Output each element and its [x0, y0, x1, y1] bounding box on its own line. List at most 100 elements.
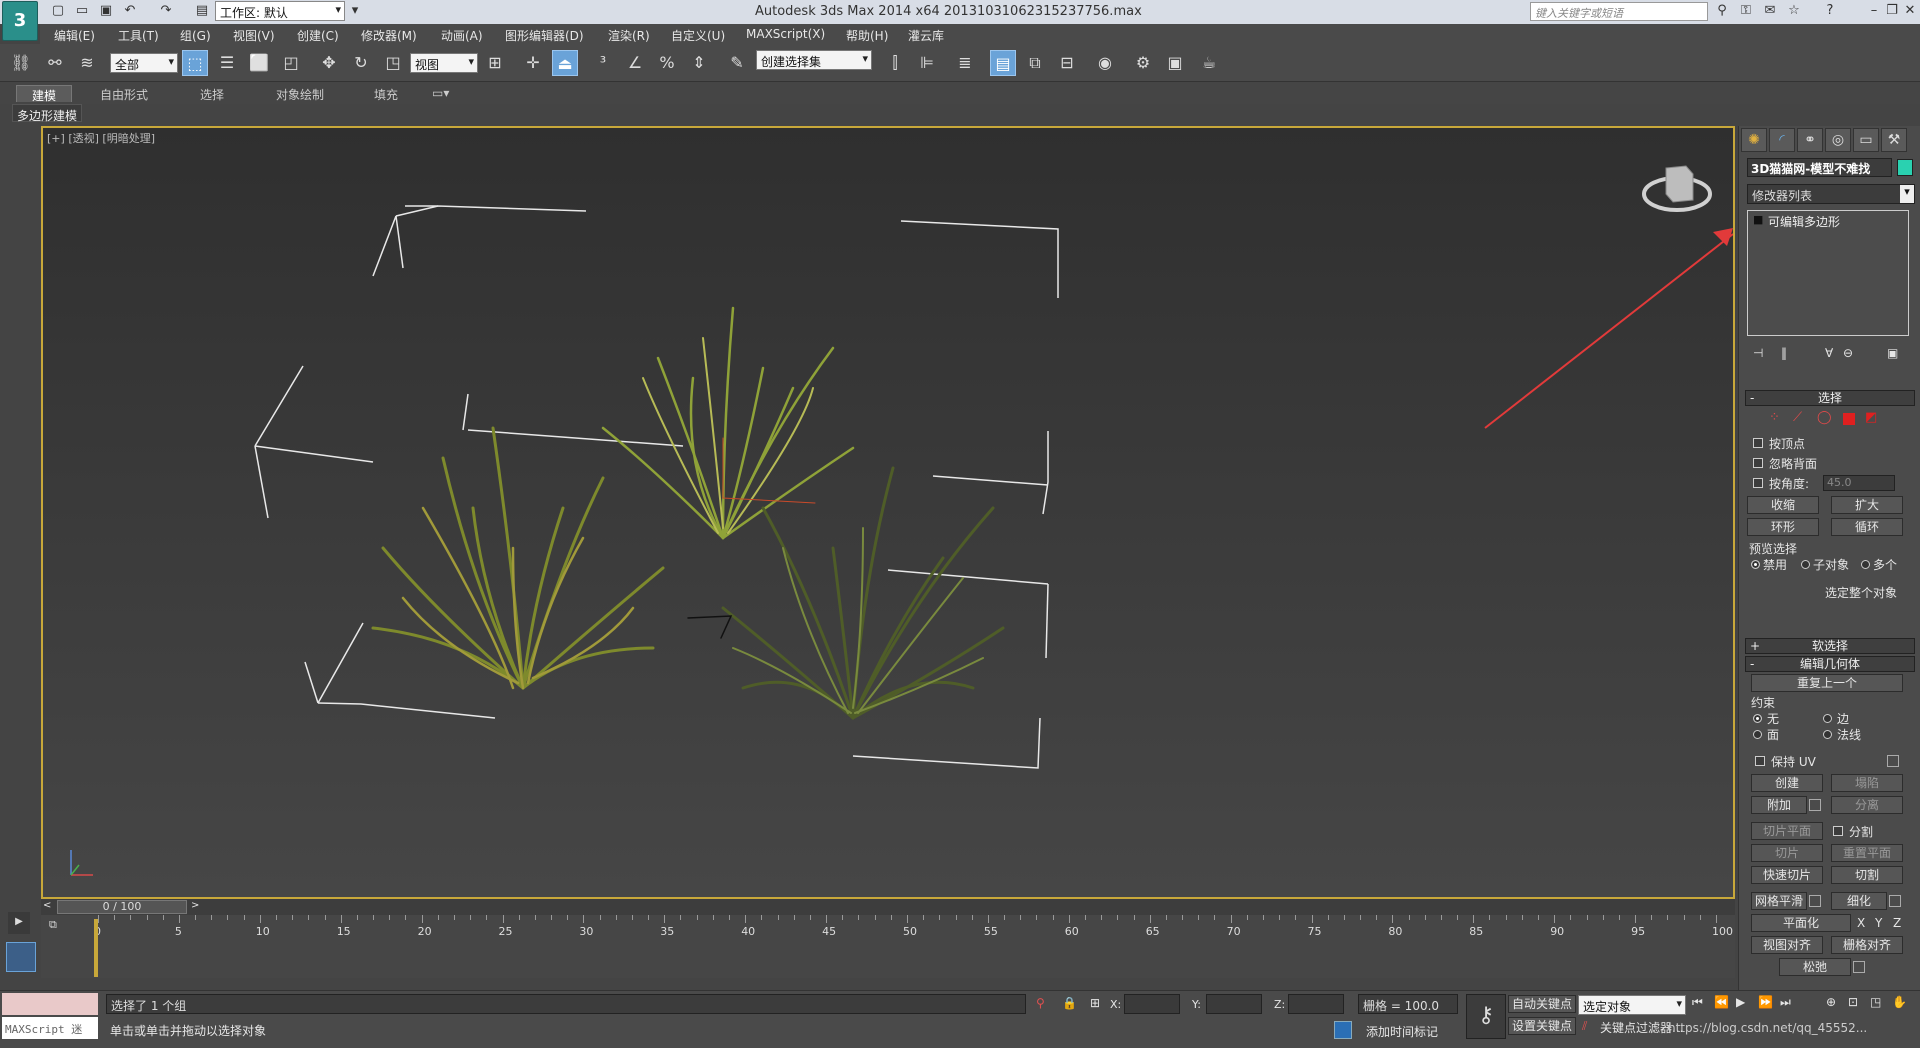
- favorites-star-icon[interactable]: ☆: [1786, 3, 1802, 19]
- snaps-toggle-icon[interactable]: ³: [590, 50, 616, 76]
- add-time-tag-label[interactable]: 添加时间标记: [1366, 1023, 1438, 1040]
- menu-help[interactable]: 帮助(H): [846, 27, 888, 44]
- view-align-button[interactable]: 视图对齐: [1751, 936, 1823, 954]
- object-name-field[interactable]: 3D猫猫网-模型不难找: [1747, 158, 1892, 177]
- collapse-button[interactable]: 塌陷: [1831, 774, 1903, 792]
- menu-maxscript[interactable]: MAXScript(X): [746, 27, 825, 41]
- grid-align-button[interactable]: 栅格对齐: [1831, 936, 1903, 954]
- x-coord-field[interactable]: [1124, 994, 1180, 1014]
- bind-spacewarp-icon[interactable]: ≋: [74, 50, 100, 76]
- tab-freeform[interactable]: 自由形式: [92, 85, 156, 102]
- zoom-icon[interactable]: ⊕: [1826, 995, 1836, 1009]
- y-coord-field[interactable]: [1206, 994, 1262, 1014]
- rotate-icon[interactable]: ↻: [348, 50, 374, 76]
- curve-editor-mini-icon[interactable]: ⧉: [49, 918, 63, 932]
- make-planar-button[interactable]: 平面化: [1751, 914, 1851, 932]
- mirror-icon[interactable]: ⫿: [882, 50, 908, 76]
- attach-list-icon[interactable]: [1809, 799, 1821, 811]
- project-folder-icon[interactable]: ▤: [194, 3, 210, 19]
- vertex-subobject-icon[interactable]: ⁘: [1769, 410, 1780, 425]
- help-icon[interactable]: ?: [1822, 3, 1838, 19]
- field-of-view-icon[interactable]: ◳: [1870, 995, 1881, 1009]
- repeat-last-button[interactable]: 重复上一个: [1751, 674, 1903, 692]
- schematic-view-icon[interactable]: ⊟: [1054, 50, 1080, 76]
- new-file-icon[interactable]: ▢: [50, 3, 66, 19]
- restore-button[interactable]: ❐: [1883, 2, 1901, 20]
- constraint-normal-radio[interactable]: [1823, 730, 1832, 739]
- tab-selection[interactable]: 选择: [192, 85, 232, 102]
- tessellate-settings-icon[interactable]: [1889, 895, 1901, 907]
- unlink-icon[interactable]: ⚯: [42, 50, 68, 76]
- create-panel-icon[interactable]: ✺: [1741, 128, 1767, 152]
- maxscript-listener-input[interactable]: [2, 993, 98, 1015]
- spinner-snap-icon[interactable]: ⇕: [686, 50, 712, 76]
- time-tag-icon[interactable]: [1334, 1021, 1352, 1039]
- relax-button[interactable]: 松弛: [1779, 958, 1851, 976]
- save-icon[interactable]: ▣: [98, 3, 114, 19]
- minimize-button[interactable]: –: [1865, 2, 1883, 20]
- planar-z-button[interactable]: Z: [1893, 916, 1901, 930]
- quickslice-button[interactable]: 快速切片: [1751, 866, 1823, 884]
- close-button[interactable]: ✕: [1901, 2, 1919, 20]
- animation-mode-icon[interactable]: [6, 942, 36, 972]
- auto-key-button[interactable]: 自动关键点: [1508, 995, 1576, 1013]
- motion-panel-icon[interactable]: ◎: [1825, 128, 1851, 152]
- maxscript-listener-output[interactable]: MAXScript 迷: [2, 1017, 98, 1039]
- constraint-none-radio[interactable]: [1753, 714, 1762, 723]
- display-panel-icon[interactable]: ▭: [1853, 128, 1879, 152]
- curve-editor-icon[interactable]: ⧉: [1022, 50, 1048, 76]
- set-key-button[interactable]: 设置关键点: [1508, 1017, 1576, 1035]
- ribbon-options-icon[interactable]: ▭▾: [424, 85, 457, 102]
- angle-snap-icon[interactable]: ∠: [622, 50, 648, 76]
- menu-create[interactable]: 创建(C): [297, 27, 339, 44]
- relax-settings-icon[interactable]: [1853, 961, 1865, 973]
- set-key-icon[interactable]: ⚷: [1466, 994, 1506, 1039]
- undo-icon[interactable]: ↶: [122, 3, 138, 19]
- menu-graph-editors[interactable]: 图形编辑器(D): [505, 27, 584, 44]
- keyboard-shortcut-override-icon[interactable]: ⏏: [552, 50, 578, 76]
- tab-object-paint[interactable]: 对象绘制: [268, 85, 332, 102]
- menu-rendering[interactable]: 渲染(R): [608, 27, 650, 44]
- named-selection-dropdown[interactable]: 创建选择集: [756, 50, 872, 70]
- menu-views[interactable]: 视图(V): [233, 27, 275, 44]
- link-icon[interactable]: ⛓: [8, 50, 34, 76]
- key-filter-selection-dropdown[interactable]: 选定对象: [1578, 995, 1686, 1015]
- by-angle-checkbox[interactable]: [1753, 478, 1763, 488]
- select-by-name-icon[interactable]: ☰: [214, 50, 240, 76]
- border-subobject-icon[interactable]: ◯: [1817, 410, 1832, 425]
- stack-item-editable-poly[interactable]: 可编辑多边形: [1750, 213, 1906, 229]
- go-to-end-icon[interactable]: ⏭: [1780, 995, 1791, 1010]
- z-coord-field[interactable]: [1288, 994, 1344, 1014]
- slice-button[interactable]: 切片: [1751, 844, 1823, 862]
- attach-button[interactable]: 附加: [1751, 796, 1807, 814]
- app-menu-button[interactable]: 3: [2, 1, 38, 41]
- go-to-start-icon[interactable]: ⏮: [1692, 995, 1703, 1010]
- next-key-icon[interactable]: ⏩: [1758, 995, 1773, 1009]
- menu-edit[interactable]: 编辑(E): [54, 27, 95, 44]
- cut-button[interactable]: 切割: [1831, 866, 1903, 884]
- menu-modifiers[interactable]: 修改器(M): [361, 27, 417, 44]
- by-vertex-checkbox[interactable]: [1753, 438, 1763, 448]
- pan-view-icon[interactable]: ✋: [1892, 995, 1907, 1009]
- ignore-backfacing-checkbox[interactable]: [1753, 458, 1763, 468]
- angle-spinner[interactable]: 45.0: [1823, 475, 1895, 491]
- split-checkbox[interactable]: [1833, 826, 1843, 836]
- material-editor-icon[interactable]: ◉: [1092, 50, 1118, 76]
- polygon-modeling-tab[interactable]: 多边形建模: [12, 104, 82, 123]
- layer-manager-icon[interactable]: ≣: [952, 50, 978, 76]
- preview-off-radio[interactable]: [1751, 560, 1760, 569]
- current-frame-marker[interactable]: [94, 919, 98, 977]
- utilities-panel-icon[interactable]: ⚒: [1881, 128, 1907, 152]
- next-frame-arrow-icon[interactable]: >: [191, 900, 199, 911]
- tab-populate[interactable]: 填充: [366, 85, 406, 102]
- remove-modifier-icon[interactable]: ⊖: [1843, 346, 1853, 360]
- absolute-mode-icon[interactable]: ⊞: [1090, 996, 1100, 1010]
- object-color-swatch[interactable]: [1897, 159, 1913, 176]
- detach-button[interactable]: 分离: [1831, 796, 1903, 814]
- zoom-extents-icon[interactable]: ⊡: [1848, 995, 1858, 1009]
- select-object-icon[interactable]: ⬚: [182, 50, 208, 76]
- window-crossing-icon[interactable]: ◰: [278, 50, 304, 76]
- communication-icon[interactable]: ✉: [1762, 3, 1778, 19]
- create-button[interactable]: 创建: [1751, 774, 1823, 792]
- mini-listener-toggle-icon[interactable]: ▶: [8, 912, 30, 934]
